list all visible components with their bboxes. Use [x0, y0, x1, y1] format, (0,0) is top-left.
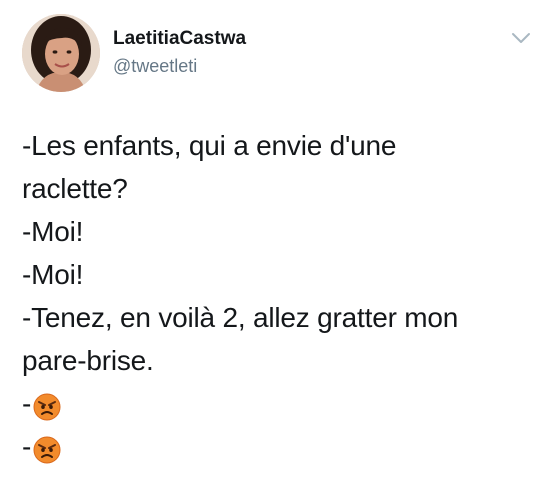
tweet-text: -Les enfants, qui a envie d'une raclette…	[22, 124, 532, 468]
user-handle[interactable]: @tweetleti	[113, 54, 246, 78]
tweet-line: pare-brise.	[22, 345, 154, 376]
dash-prefix: -	[22, 431, 32, 462]
angry-face-icon	[33, 390, 61, 420]
tweet-emoji-line: -	[22, 425, 532, 468]
avatar[interactable]	[22, 14, 100, 92]
angry-face-icon	[33, 433, 61, 463]
user-info: LaetitiaCastwa @tweetleti	[113, 27, 246, 78]
tweet-line: -Tenez, en voilà 2, allez gratter mon	[22, 302, 459, 333]
tweet-line: raclette?	[22, 173, 128, 204]
display-name[interactable]: LaetitiaCastwa	[113, 27, 246, 51]
tweet-emoji-line: -	[22, 382, 532, 425]
chevron-down-icon[interactable]	[510, 30, 532, 46]
tweet-line: -Moi!	[22, 259, 84, 290]
dash-prefix: -	[22, 388, 32, 419]
tweet-line: -Moi!	[22, 216, 84, 247]
tweet-card: LaetitiaCastwa @tweetleti -Les enfants, …	[0, 0, 552, 500]
tweet-line: -Les enfants, qui a envie d'une	[22, 130, 397, 161]
